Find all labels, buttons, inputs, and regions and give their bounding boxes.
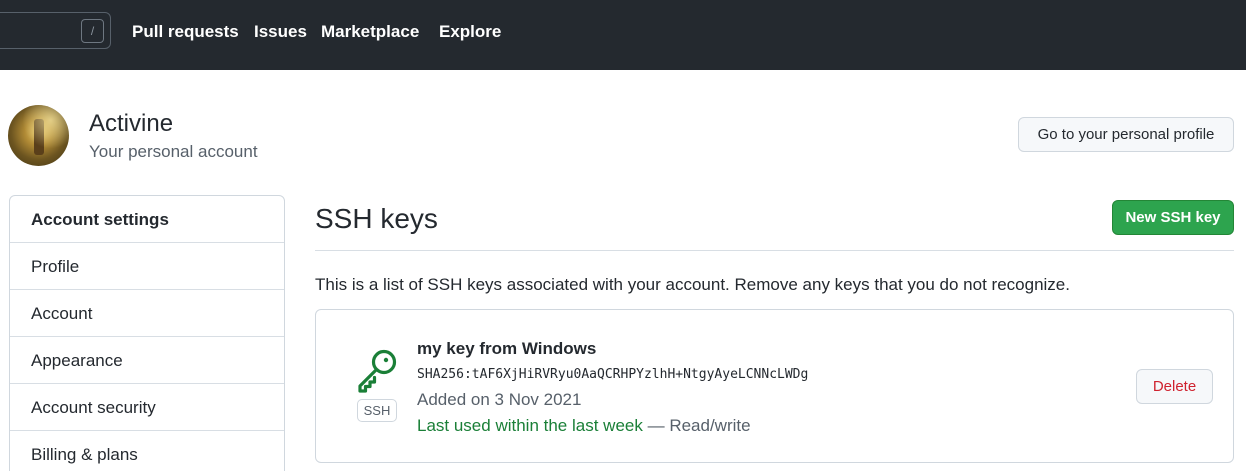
key-title: my key from Windows xyxy=(417,339,597,358)
key-access-level: — Read/write xyxy=(647,416,751,435)
key-added-date: Added on 3 Nov 2021 xyxy=(417,390,582,409)
sidebar-item-appearance[interactable]: Appearance xyxy=(10,337,284,384)
intro-text: This is a list of SSH keys associated wi… xyxy=(315,275,1070,294)
sidebar-item-profile[interactable]: Profile xyxy=(10,243,284,290)
key-fingerprint: SHA256:tAF6XjHiRVRyu0AaQCRHPYzlhH+NtgyAy… xyxy=(417,367,809,382)
nav-link-pull-requests[interactable]: Pull requests xyxy=(132,20,239,44)
top-navigation-bar: / Pull requests Issues Marketplace Explo… xyxy=(0,0,1246,70)
nav-link-marketplace[interactable]: Marketplace xyxy=(321,20,419,44)
page-title: SSH keys xyxy=(315,203,438,234)
new-ssh-key-button[interactable]: New SSH key xyxy=(1112,200,1234,235)
key-last-used-text: Last used within the last week xyxy=(417,416,643,435)
nav-link-issues[interactable]: Issues xyxy=(254,20,307,44)
account-subtitle: Your personal account xyxy=(89,142,258,161)
ssh-type-badge: SSH xyxy=(357,399,397,422)
account-name[interactable]: Activine xyxy=(89,110,173,138)
ssh-key-card xyxy=(315,309,1234,463)
go-to-profile-button[interactable]: Go to your personal profile xyxy=(1018,117,1234,152)
delete-key-button[interactable]: Delete xyxy=(1136,369,1213,404)
settings-sidebar: Account settings Profile Account Appeara… xyxy=(9,195,285,471)
key-last-used: Last used within the last week — Read/wr… xyxy=(417,415,751,437)
sidebar-item-billing-plans[interactable]: Billing & plans xyxy=(10,431,284,471)
sidebar-item-account[interactable]: Account xyxy=(10,290,284,337)
sidebar-item-account-security[interactable]: Account security xyxy=(10,384,284,431)
search-hotkey-hint: / xyxy=(81,19,104,43)
sidebar-heading: Account settings xyxy=(10,196,284,243)
nav-link-explore[interactable]: Explore xyxy=(439,20,501,44)
title-divider xyxy=(315,250,1234,251)
avatar[interactable] xyxy=(8,105,69,166)
key-icon xyxy=(358,349,397,393)
